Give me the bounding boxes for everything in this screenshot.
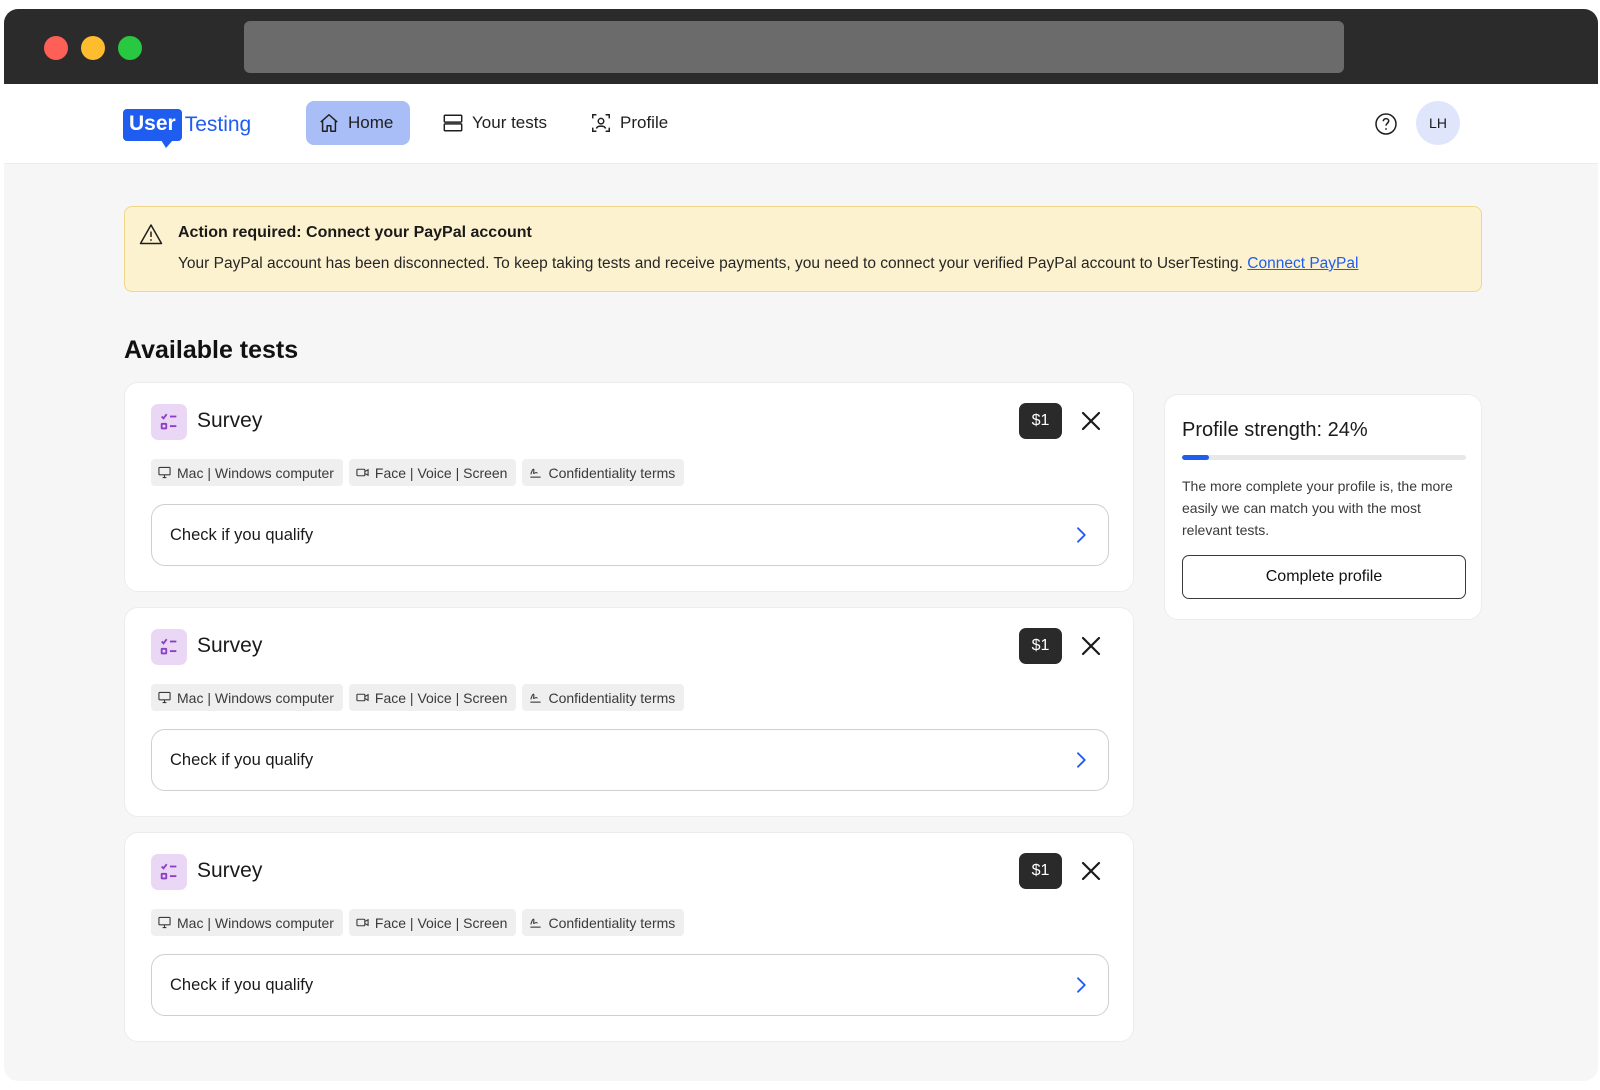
monitor-icon — [158, 916, 171, 929]
price-badge: $1 — [1019, 853, 1062, 889]
dismiss-icon[interactable] — [1079, 859, 1103, 883]
tag-confidentiality: Confidentiality terms — [522, 684, 685, 711]
nav-your-tests-label: Your tests — [472, 113, 547, 132]
profile-strength-text: The more complete your profile is, the m… — [1182, 478, 1453, 538]
nav-home-label: Home — [348, 113, 394, 132]
chevron-right-icon — [1077, 527, 1086, 543]
profile-strength-panel: Profile strength: 24% The more complete … — [1164, 394, 1482, 620]
help-icon[interactable] — [1374, 112, 1398, 136]
profile-strength-bar — [1182, 455, 1466, 460]
nav-home[interactable]: Home — [306, 101, 410, 145]
survey-icon — [151, 629, 187, 665]
test-card: Survey $1 Mac | Windows computer Face | … — [124, 832, 1134, 1042]
tag-device: Mac | Windows computer — [151, 909, 343, 936]
dismiss-icon[interactable] — [1079, 634, 1103, 658]
test-title: Survey — [197, 634, 263, 657]
logo-testing-text: Testing — [184, 113, 252, 136]
tag-confidentiality: Confidentiality terms — [522, 909, 685, 936]
profile-icon — [592, 114, 610, 132]
signature-icon — [530, 693, 542, 703]
check-qualify-label: Check if you qualify — [170, 525, 314, 544]
tag-recording: Face | Voice | Screen — [348, 459, 517, 486]
test-title: Survey — [197, 409, 263, 432]
price-badge: $1 — [1019, 628, 1062, 664]
check-qualify-label: Check if you qualify — [170, 975, 314, 994]
banner-message: Your PayPal account has been disconnecte… — [178, 255, 1243, 272]
camera-icon — [356, 468, 369, 477]
complete-profile-button[interactable]: Complete profile — [1182, 555, 1466, 599]
address-bar[interactable] — [244, 21, 1344, 73]
test-card: Survey $1 Mac | Windows computer Face | … — [124, 607, 1134, 817]
banner-text: Your PayPal account has been disconnecte… — [178, 255, 1358, 273]
survey-icon — [151, 854, 187, 890]
price-badge: $1 — [1019, 403, 1062, 439]
tag-recording: Face | Voice | Screen — [348, 909, 517, 936]
nav-your-tests[interactable]: Your tests — [430, 101, 559, 145]
check-qualify-label: Check if you qualify — [170, 750, 314, 769]
title-bar — [4, 9, 1598, 84]
test-title: Survey — [197, 859, 263, 882]
stack-icon — [443, 114, 463, 132]
test-tags: Mac | Windows computer Face | Voice | Sc… — [151, 684, 685, 711]
logo-user-text: User — [123, 109, 182, 148]
banner-title: Action required: Connect your PayPal acc… — [178, 224, 532, 241]
check-qualify-button[interactable]: Check if you qualify — [151, 504, 1109, 566]
profile-strength-title: Profile strength: 24% — [1182, 419, 1368, 441]
section-title: Available tests — [124, 336, 299, 364]
warning-icon — [139, 224, 163, 245]
minimize-window-button[interactable] — [81, 36, 105, 60]
nav-profile-label: Profile — [620, 113, 669, 132]
dismiss-icon[interactable] — [1079, 409, 1103, 433]
browser-window: User Testing Home Your tests Profile LH … — [4, 9, 1598, 1081]
signature-icon — [530, 468, 542, 478]
avatar[interactable]: LH — [1416, 101, 1460, 145]
chevron-right-icon — [1077, 752, 1086, 768]
test-tags: Mac | Windows computer Face | Voice | Sc… — [151, 459, 685, 486]
tag-device: Mac | Windows computer — [151, 684, 343, 711]
test-card: Survey $1 Mac | Windows computer Face | … — [124, 382, 1134, 592]
test-tags: Mac | Windows computer Face | Voice | Sc… — [151, 909, 685, 936]
survey-icon — [151, 404, 187, 440]
close-window-button[interactable] — [44, 36, 68, 60]
check-qualify-button[interactable]: Check if you qualify — [151, 729, 1109, 791]
monitor-icon — [158, 691, 171, 704]
profile-strength-fill — [1182, 455, 1210, 460]
check-qualify-button[interactable]: Check if you qualify — [151, 954, 1109, 1016]
tag-recording: Face | Voice | Screen — [348, 684, 517, 711]
camera-icon — [356, 918, 369, 927]
maximize-window-button[interactable] — [118, 36, 142, 60]
chevron-right-icon — [1077, 977, 1086, 993]
tag-confidentiality: Confidentiality terms — [522, 459, 685, 486]
usertesting-logo[interactable]: User Testing — [123, 106, 252, 148]
home-icon — [320, 114, 338, 132]
top-nav: User Testing Home Your tests Profile LH — [4, 84, 1598, 164]
nav-profile[interactable]: Profile — [578, 101, 680, 145]
paypal-warning-banner: Action required: Connect your PayPal acc… — [124, 206, 1482, 292]
signature-icon — [530, 918, 542, 928]
camera-icon — [356, 693, 369, 702]
tag-device: Mac | Windows computer — [151, 459, 343, 486]
connect-paypal-link[interactable]: Connect PayPal — [1247, 255, 1358, 272]
monitor-icon — [158, 466, 171, 479]
